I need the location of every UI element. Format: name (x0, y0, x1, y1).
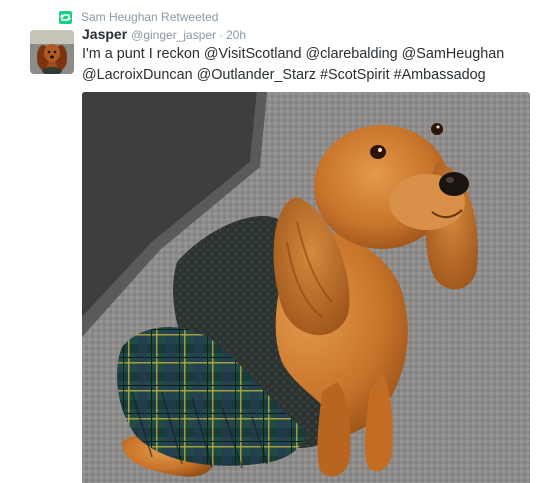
separator-dot: · (219, 28, 224, 42)
tweet-text-line-2: @LacroixDuncan @Outlander_Starz #ScotSpi… (82, 67, 486, 83)
display-name[interactable]: Jasper (82, 26, 127, 42)
dog-in-kilt-photo (82, 92, 530, 483)
timestamp[interactable]: 20h (226, 28, 246, 42)
retweet-icon (59, 10, 72, 24)
tweet-header: Jasper @ginger_jasper · 20h (82, 26, 246, 44)
dog-avatar-icon (30, 30, 74, 74)
tweet-photo[interactable] (82, 92, 530, 483)
avatar[interactable] (30, 30, 74, 74)
retweet-label[interactable]: Sam Heughan Retweeted (81, 10, 218, 24)
tweet-text: I'm a punt I reckon @VisitScotland @clar… (82, 44, 532, 86)
username[interactable]: @ginger_jasper (131, 28, 216, 42)
tweet-text-line-1: I'm a punt I reckon @VisitScotland @clar… (82, 46, 505, 62)
retweet-context[interactable]: Sam Heughan Retweeted (59, 9, 218, 25)
tweet-card[interactable]: Sam Heughan Retweeted Jasper @ginger_jas… (0, 0, 540, 483)
